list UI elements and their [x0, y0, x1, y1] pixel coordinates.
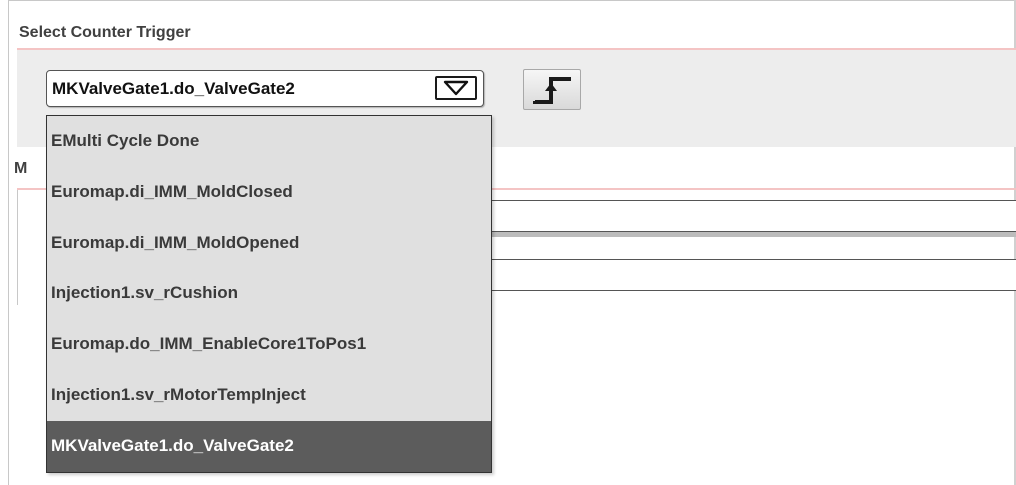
dropdown-option[interactable]: Euromap.di_IMM_MoldClosed: [47, 167, 491, 218]
input-field-2[interactable]: [490, 259, 1016, 291]
triangle-down-icon[interactable]: [435, 76, 477, 100]
rising-edge-icon: [533, 77, 571, 104]
combo-selected-value: MKValveGate1.do_ValveGate2: [52, 79, 295, 98]
input-field-1[interactable]: [490, 200, 1016, 232]
dropdown-option[interactable]: Injection1.sv_rCushion: [47, 268, 491, 319]
trigger-dropdown-list: EMulti Cycle Done Euromap.di_IMM_MoldClo…: [46, 115, 492, 473]
dropdown-option[interactable]: Injection1.sv_rMotorTempInject: [47, 370, 491, 421]
dropdown-option[interactable]: Euromap.di_IMM_MoldOpened: [47, 218, 491, 269]
section-title-counter-trigger: Select Counter Trigger: [19, 24, 191, 41]
panel-left-border: [17, 190, 18, 305]
rising-edge-button[interactable]: [523, 69, 581, 110]
section-title-partial: M: [14, 160, 28, 177]
field-divider: [490, 232, 1016, 237]
dropdown-option[interactable]: Euromap.do_IMM_EnableCore1ToPos1: [47, 319, 491, 370]
counter-trigger-combobox[interactable]: MKValveGate1.do_ValveGate2: [46, 70, 484, 107]
dropdown-option-selected[interactable]: MKValveGate1.do_ValveGate2: [47, 420, 491, 472]
dropdown-option[interactable]: EMulti Cycle Done: [47, 116, 491, 167]
